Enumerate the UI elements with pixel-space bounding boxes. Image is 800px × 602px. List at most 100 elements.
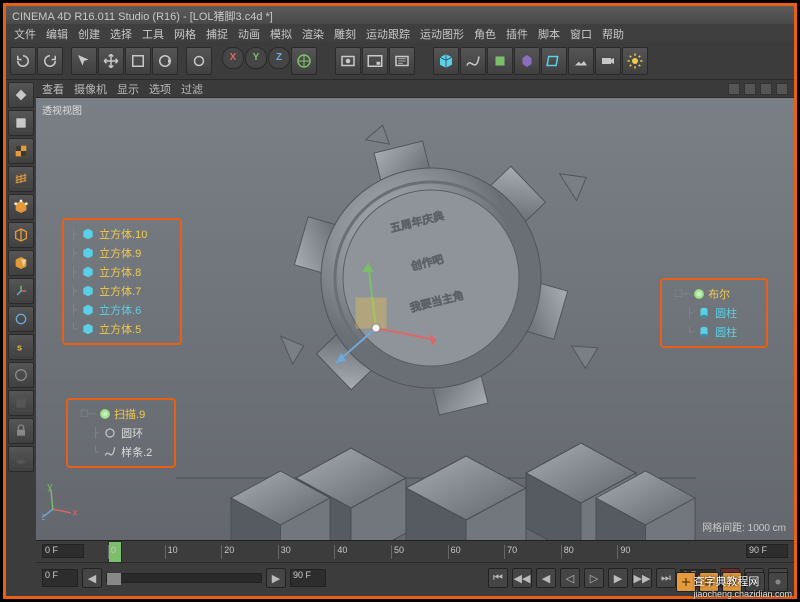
enable-axis[interactable] [8,278,34,304]
range-end-input[interactable]: 90 F [746,544,788,558]
light-primitive[interactable] [622,47,648,75]
z-axis-toggle[interactable]: Z [268,47,290,69]
goto-end-button[interactable]: ⏭ [656,568,676,588]
cube-primitive[interactable] [433,47,459,75]
tree-item: ├立方体.9 [70,244,174,262]
tree-item: └圆柱 [686,323,760,341]
undo-button[interactable] [10,47,36,75]
preview-start-input[interactable]: 0 F [42,569,78,587]
cube-icon [81,322,95,336]
range-start-input[interactable]: 0 F [42,544,84,558]
tick: 70 [504,545,561,559]
tree-item: ├立方体.10 [70,225,174,243]
menu-plugins[interactable]: 插件 [502,26,532,40]
prev-frame-button[interactable]: ◀ [536,568,556,588]
vp-camera[interactable]: 摄像机 [74,81,107,97]
vp-view[interactable]: 查看 [42,81,64,97]
scrub-right[interactable]: ▶ [266,568,286,588]
menu-track[interactable]: 运动跟踪 [362,26,414,40]
tick: 20 [221,545,278,559]
render-pv-button[interactable] [362,47,388,75]
workplane-mode[interactable] [8,166,34,192]
scrub-left[interactable]: ◀ [82,568,102,588]
menu-file[interactable]: 文件 [10,26,40,40]
3d-viewport[interactable]: 透视视图 [36,98,794,540]
snap-toggle[interactable]: S [8,334,34,360]
poly-mode[interactable] [8,250,34,276]
tick: 10 [165,545,222,559]
tweak-mode[interactable] [8,306,34,332]
next-frame-button[interactable]: ▶ [608,568,628,588]
environment-primitive[interactable] [568,47,594,75]
menu-character[interactable]: 角色 [470,26,500,40]
vp-layout-icon[interactable] [744,83,756,95]
next-key-button[interactable]: ▶▶ [632,568,652,588]
make-editable-button[interactable] [8,82,34,108]
vp-layout-icon[interactable] [776,83,788,95]
play-back-button[interactable]: ◁ [560,568,580,588]
y-axis-toggle[interactable]: Y [245,47,267,69]
play-button[interactable]: ▷ [584,568,604,588]
vp-layout-icon[interactable] [728,83,740,95]
enable-axis-mod[interactable] [8,362,34,388]
menu-sculpt[interactable]: 雕刻 [330,26,360,40]
redo-button[interactable] [37,47,63,75]
viewport-pane: 查看 摄像机 显示 选项 过滤 透视视图 [36,80,794,596]
menu-help[interactable]: 帮助 [598,26,628,40]
point-mode[interactable] [8,194,34,220]
menu-edit[interactable]: 编辑 [42,26,72,40]
cylinder-icon [697,306,711,320]
scale-tool[interactable] [125,47,151,75]
model-mode[interactable] [8,110,34,136]
texture-mode[interactable] [8,138,34,164]
menu-mograph[interactable]: 运动图形 [416,26,468,40]
tick: 30 [278,545,335,559]
menu-sim[interactable]: 模拟 [266,26,296,40]
render-settings-button[interactable] [389,47,415,75]
cube-icon [81,303,95,317]
vp-display[interactable]: 显示 [117,81,139,97]
planar-workplane[interactable] [8,446,34,472]
world-axis-toggle[interactable] [291,47,317,75]
menu-snap[interactable]: 捕捉 [202,26,232,40]
select-tool[interactable] [71,47,97,75]
rotate-tool[interactable] [152,47,178,75]
scrubber-handle[interactable] [107,573,121,585]
menu-mesh[interactable]: 网格 [170,26,200,40]
menu-anim[interactable]: 动画 [234,26,264,40]
generator-dot-icon [100,409,110,419]
prev-key-button[interactable]: ◀◀ [512,568,532,588]
tick: 90 [617,545,674,559]
cube-icon [81,227,95,241]
deformer-primitive[interactable] [541,47,567,75]
x-axis-toggle[interactable]: X [222,47,244,69]
menu-select[interactable]: 选择 [106,26,136,40]
generator-primitive[interactable] [514,47,540,75]
menu-window[interactable]: 窗口 [566,26,596,40]
tree-item: ├圆环 [92,424,168,442]
svg-text:z: z [42,512,45,520]
spline-primitive[interactable] [460,47,486,75]
move-tool[interactable] [98,47,124,75]
viewport-solo[interactable] [8,390,34,416]
timeline-scale[interactable]: 0 10 20 30 40 50 60 70 80 90 [108,545,674,559]
preview-end-input[interactable]: 90 F [290,569,326,587]
vp-options[interactable]: 选项 [149,81,171,97]
render-view-button[interactable] [335,47,361,75]
menu-script[interactable]: 脚本 [534,26,564,40]
camera-primitive[interactable] [595,47,621,75]
edge-mode[interactable] [8,222,34,248]
menu-create[interactable]: 创建 [74,26,104,40]
menu-bar: 文件 编辑 创建 选择 工具 网格 捕捉 动画 模拟 渲染 雕刻 运动跟踪 运动… [6,24,794,42]
locked-workplane[interactable] [8,418,34,444]
tree-item: ├立方体.8 [70,263,174,281]
title-bar: CINEMA 4D R16.011 Studio (R16) - [LOL猪脚3… [6,6,794,24]
last-tool[interactable] [186,47,212,75]
menu-tools[interactable]: 工具 [138,26,168,40]
cube-icon [81,265,95,279]
vp-layout-icon[interactable] [760,83,772,95]
vp-filter[interactable]: 过滤 [181,81,203,97]
menu-render[interactable]: 渲染 [298,26,328,40]
goto-start-button[interactable]: ⏮ [488,568,508,588]
nurbs-primitive[interactable] [487,47,513,75]
